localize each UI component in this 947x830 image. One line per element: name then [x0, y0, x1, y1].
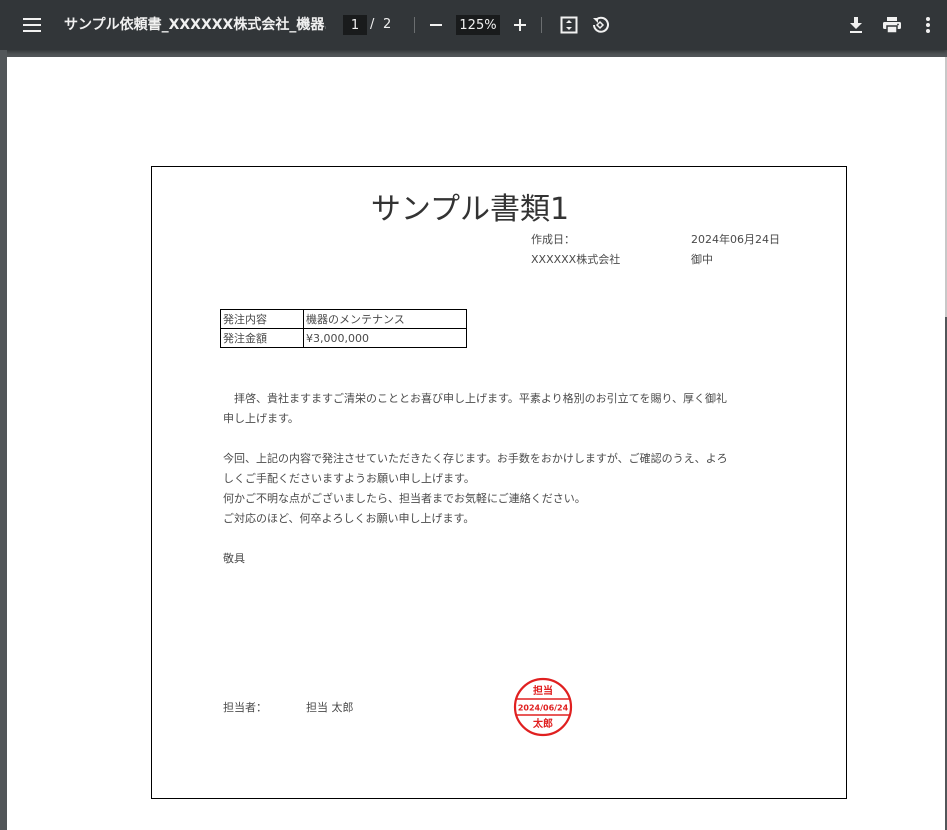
stamp-date-text: 2024/06/24: [518, 704, 569, 713]
download-icon[interactable]: [842, 11, 870, 39]
date-label: 作成日：: [531, 233, 575, 246]
recipient-company: XXXXXX株式会社: [531, 253, 621, 266]
date-stamp-seal: 担当 2024/06/24 太郎: [513, 677, 573, 737]
table-cell-label: 発注内容: [220, 309, 304, 329]
order-table: 発注内容 機器のメンテナンス 発注金額 ¥3,000,000: [220, 309, 467, 348]
menu-icon[interactable]: [18, 11, 46, 39]
viewer-background: [0, 50, 7, 830]
person-name: 担当 太郎: [306, 701, 354, 714]
body-line: 何かご不明な点がございましたら、担当者までお気軽にご連絡ください。: [223, 492, 586, 505]
document-title: サンプル依頼書_XXXXXX株式会社_機器...: [64, 17, 326, 33]
total-pages: 2: [383, 17, 392, 32]
page-separator: /: [370, 17, 375, 32]
body-line: 拝啓、貴社ますますご清栄のこととお喜び申し上げます。平素より格別のお引立てを賜り…: [234, 392, 728, 405]
stamp-bottom-text: 太郎: [532, 717, 553, 730]
body-line: 今回、上記の内容で発注させていただきたく存じます。お手数をおかけしますが、ご確認…: [223, 452, 728, 465]
person-label: 担当者：: [223, 701, 267, 714]
pdf-page: サンプル書類1 作成日： 2024年06月24日 XXXXXX株式会社 御中 発…: [7, 57, 945, 830]
table-cell-label: 発注金額: [220, 328, 304, 348]
recipient-honorific: 御中: [691, 253, 713, 266]
table-cell-value: 機器のメンテナンス: [303, 309, 467, 329]
table-row: 発注金額 ¥3,000,000: [220, 328, 467, 348]
table-cell-value: ¥3,000,000: [303, 328, 467, 348]
fit-page-icon[interactable]: [555, 11, 583, 39]
rotate-icon[interactable]: [586, 11, 614, 39]
body-line: 申し上げます。: [223, 412, 299, 425]
page-number-input[interactable]: [343, 15, 367, 35]
zoom-out-icon[interactable]: [422, 11, 450, 39]
body-line: ご対応のほど、何卒よろしくお願い申し上げます。: [223, 512, 475, 525]
zoom-in-icon[interactable]: [506, 11, 534, 39]
toolbar-divider: [541, 17, 542, 33]
document-heading: サンプル書類1: [370, 192, 570, 227]
zoom-level-input[interactable]: [456, 15, 500, 35]
table-row: 発注内容 機器のメンテナンス: [220, 309, 467, 329]
closing-line: 敬具: [223, 552, 245, 565]
pdf-toolbar: サンプル依頼書_XXXXXX株式会社_機器... / 2: [0, 0, 947, 50]
toolbar-divider: [414, 17, 415, 33]
stamp-top-text: 担当: [533, 684, 553, 697]
print-icon[interactable]: [878, 11, 906, 39]
more-vert-icon[interactable]: [914, 11, 942, 39]
date-value: 2024年06月24日: [691, 233, 780, 246]
letter-body: 拝啓、貴社ますますご清栄のこととお喜び申し上げます。平素より格別のお引立てを賜り…: [223, 389, 793, 569]
body-line: しくご手配くださいますようお願い申し上げます。: [223, 472, 475, 485]
